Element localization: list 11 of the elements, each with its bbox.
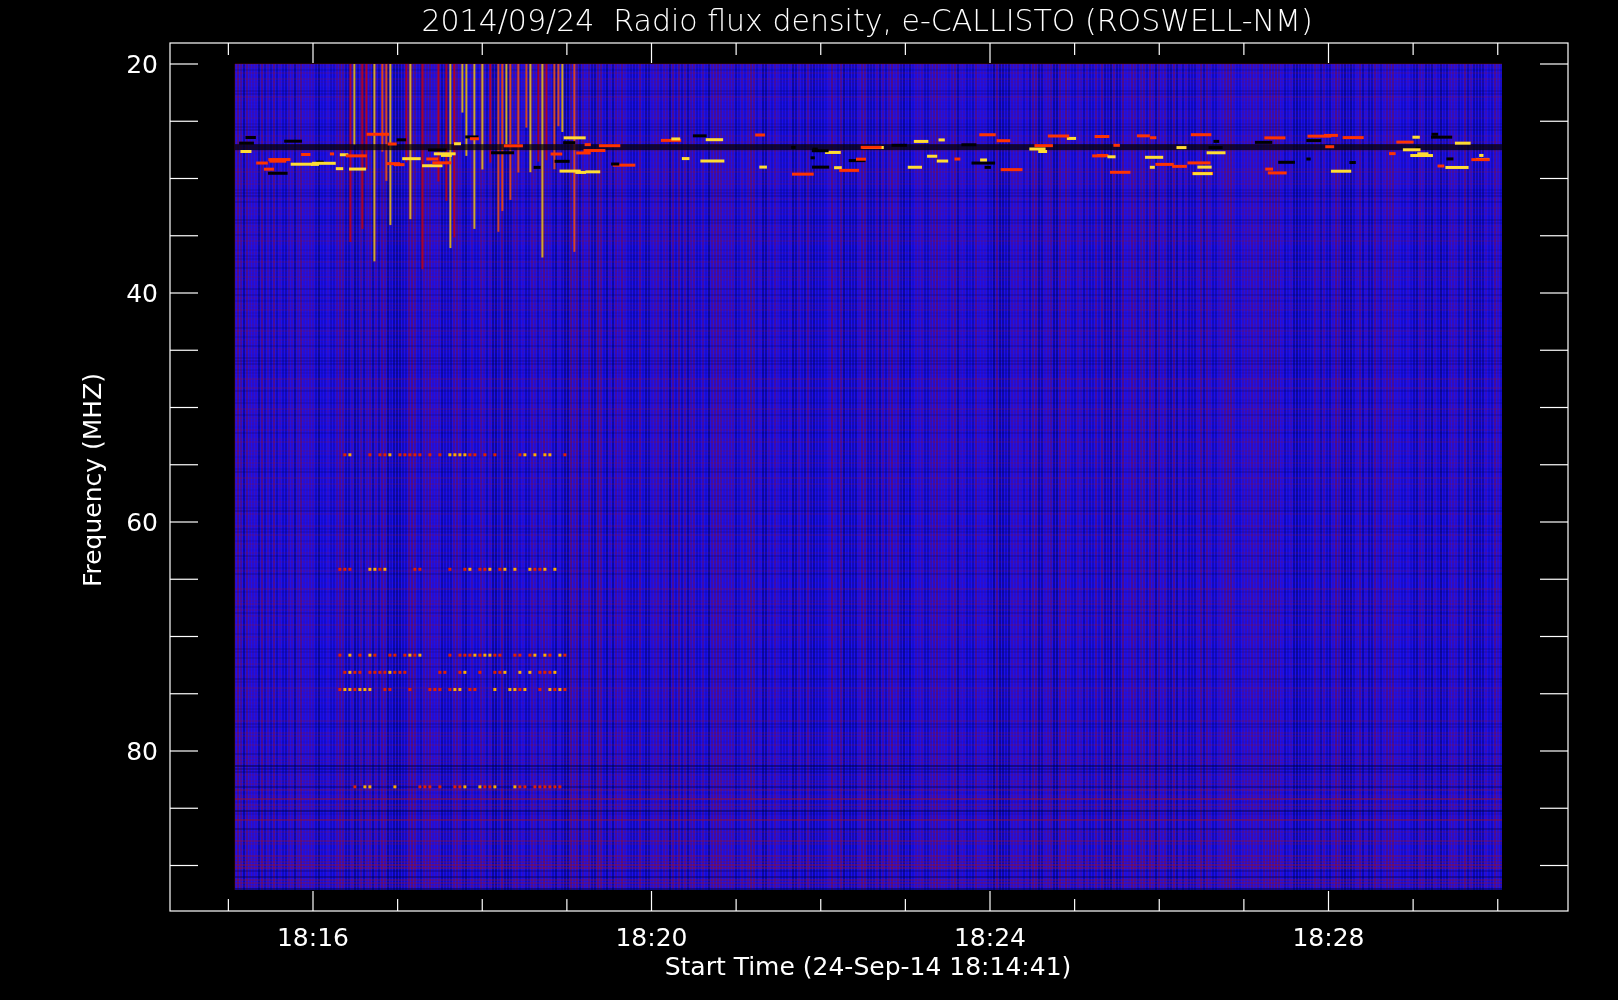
y-tick-label: 60 — [126, 508, 158, 537]
chart-title: 2014/09/24 Radio flux density, e-CALLISTO (ROSWELL-NM) — [421, 3, 1313, 38]
x-axis-label: Start Time (24-Sep-14 18:14:41) — [664, 952, 1072, 981]
y-tick-label: 80 — [126, 737, 158, 766]
x-tick-label: 18:20 — [615, 923, 688, 952]
x-tick-label: 18:28 — [1292, 923, 1365, 952]
x-tick-label: 18:24 — [954, 923, 1026, 952]
y-tick-label: 40 — [126, 279, 158, 308]
x-tick-label: 18:16 — [277, 923, 349, 952]
y-tick-label: 20 — [126, 50, 158, 79]
y-axis-label: Frequency (MHZ) — [78, 372, 107, 588]
